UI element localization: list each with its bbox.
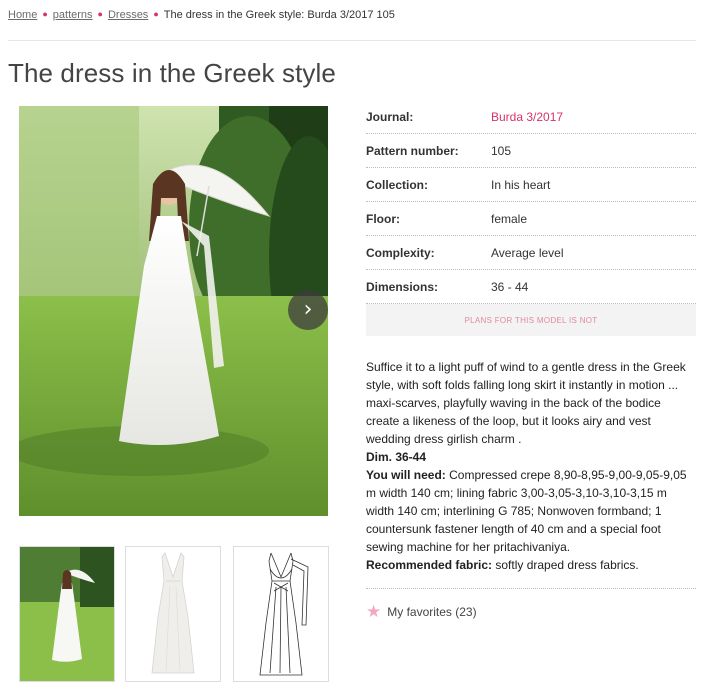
pattern-number-label: Pattern number: (366, 144, 459, 158)
favorites-label: My favorites (23) (387, 605, 477, 619)
thumbnail-photo[interactable] (19, 546, 115, 682)
floor-value: female (491, 212, 528, 226)
detail-row-floor: Floor: female (366, 202, 696, 236)
dimensions-value: 36 - 44 (491, 280, 529, 294)
collection-label: Collection: (366, 178, 428, 192)
detail-row-collection: Collection: In his heart (366, 168, 696, 202)
description: Suffice it to a light puff of wind to a … (366, 358, 696, 574)
divider (8, 40, 696, 41)
journal-label: Journal: (366, 110, 414, 124)
description-dimensions: Dim. 36-44 (366, 450, 427, 464)
breadcrumb-separator: ● (153, 9, 159, 19)
detail-row-pattern-number: Pattern number: 105 (366, 134, 696, 168)
divider (366, 588, 696, 589)
recommended-fabric-text: softly draped dress fabrics. (492, 558, 639, 572)
recommended-fabric-label: Recommended fabric: (366, 558, 493, 572)
thumbnail-technical-drawing[interactable] (233, 546, 329, 682)
chevron-right-icon: › (303, 297, 313, 322)
gallery-next-button[interactable]: › (288, 290, 328, 330)
favorites-button[interactable]: ★ My favorites (23) (366, 601, 477, 621)
breadcrumb-dresses-link[interactable]: Dresses (108, 9, 148, 21)
pattern-number-value: 105 (491, 144, 512, 158)
floor-label: Floor: (366, 212, 400, 226)
breadcrumb-separator: ● (42, 9, 48, 19)
dimensions-label: Dimensions: (366, 280, 439, 294)
pattern-details-table: Journal: Burda 3/2017 Pattern number: 10… (366, 100, 696, 304)
thumbnail-front-view[interactable] (125, 546, 221, 682)
collection-value: In his heart (491, 178, 551, 192)
detail-row-dimensions: Dimensions: 36 - 44 (366, 270, 696, 304)
complexity-label: Complexity: (366, 246, 435, 260)
breadcrumb-home-link[interactable]: Home (8, 9, 37, 21)
complexity-value: Average level (491, 246, 564, 260)
plans-status-box: PLANS FOR THIS MODEL IS NOT (366, 304, 696, 336)
breadcrumb: Home ● patterns ● Dresses ● The dress in the G… (8, 9, 395, 21)
detail-row-journal: Journal: Burda 3/2017 (366, 100, 696, 134)
you-will-need-label: You will need: (366, 468, 446, 482)
detail-row-complexity: Complexity: Average level (366, 236, 696, 270)
description-intro: Suffice it to a light puff of wind to a … (366, 360, 686, 446)
breadcrumb-current: The dress in the Greek style: Burda 3/20… (163, 9, 395, 21)
star-icon: ★ (366, 602, 382, 621)
breadcrumb-patterns-link[interactable]: patterns (53, 9, 93, 21)
page-title: The dress in the Greek style (8, 58, 336, 88)
breadcrumb-separator: ● (97, 9, 103, 19)
journal-link[interactable]: Burda 3/2017 (491, 110, 563, 124)
main-product-photo[interactable] (19, 106, 328, 516)
